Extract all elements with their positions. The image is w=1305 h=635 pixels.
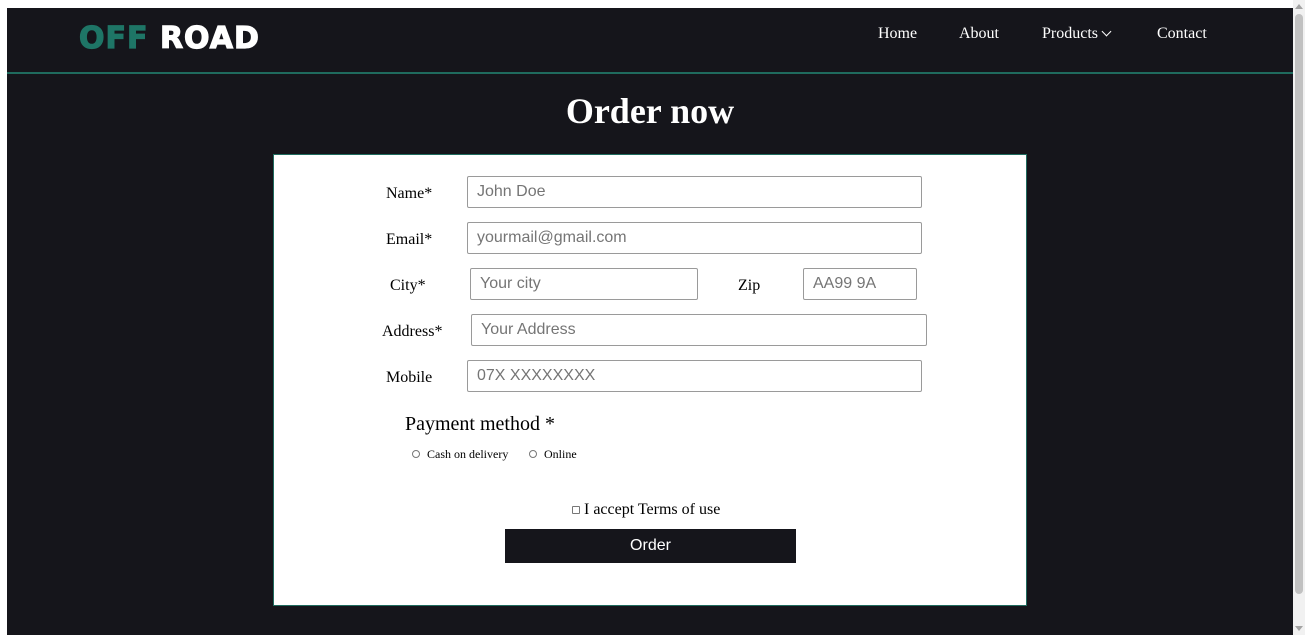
payment-method-title: Payment method * — [405, 413, 555, 435]
terms-label: I accept Terms of use — [584, 501, 721, 518]
nav-about-link[interactable]: About — [959, 24, 999, 44]
chevron-down-icon — [1101, 26, 1112, 37]
nav-contact-link[interactable]: Contact — [1157, 24, 1207, 44]
name-label: Name* — [386, 185, 433, 202]
zip-label: Zip — [738, 277, 761, 294]
terms-checkbox[interactable] — [572, 506, 580, 514]
mobile-input[interactable] — [467, 360, 922, 392]
nav-products-label: Products — [1042, 25, 1098, 42]
city-input[interactable] — [470, 268, 698, 300]
scrollbar-thumb[interactable] — [1295, 14, 1303, 594]
logo[interactable]: OFF ROAD — [78, 19, 260, 59]
zip-input[interactable] — [803, 268, 917, 300]
online-radio[interactable] — [529, 450, 537, 458]
address-label: Address* — [382, 323, 443, 340]
mobile-label: Mobile — [386, 369, 433, 386]
city-label: City* — [390, 277, 426, 294]
cash-on-delivery-label: Cash on delivery — [427, 447, 509, 461]
nav-home-link[interactable]: Home — [878, 24, 917, 44]
email-label: Email* — [386, 231, 433, 248]
nav-products-dropdown[interactable]: Products — [1042, 24, 1112, 44]
email-input[interactable] — [467, 222, 922, 254]
page-title: Order now — [565, 91, 735, 131]
online-label: Online — [544, 447, 577, 461]
navbar: OFF ROAD Home About Products Contact — [7, 8, 1293, 74]
scroll-down-arrow-icon[interactable] — [1295, 626, 1303, 631]
name-input[interactable] — [467, 176, 922, 208]
order-form: Name* Email* City* Zip Address* Mobile P… — [273, 154, 1027, 606]
address-input[interactable] — [471, 314, 927, 346]
order-button[interactable]: Order — [505, 529, 796, 563]
page: OFF ROAD Home About Products Contact Ord… — [7, 8, 1293, 635]
scroll-up-arrow-icon[interactable] — [1295, 4, 1303, 9]
page-scrollbar[interactable] — [1293, 0, 1305, 635]
cash-on-delivery-radio[interactable] — [412, 450, 420, 458]
